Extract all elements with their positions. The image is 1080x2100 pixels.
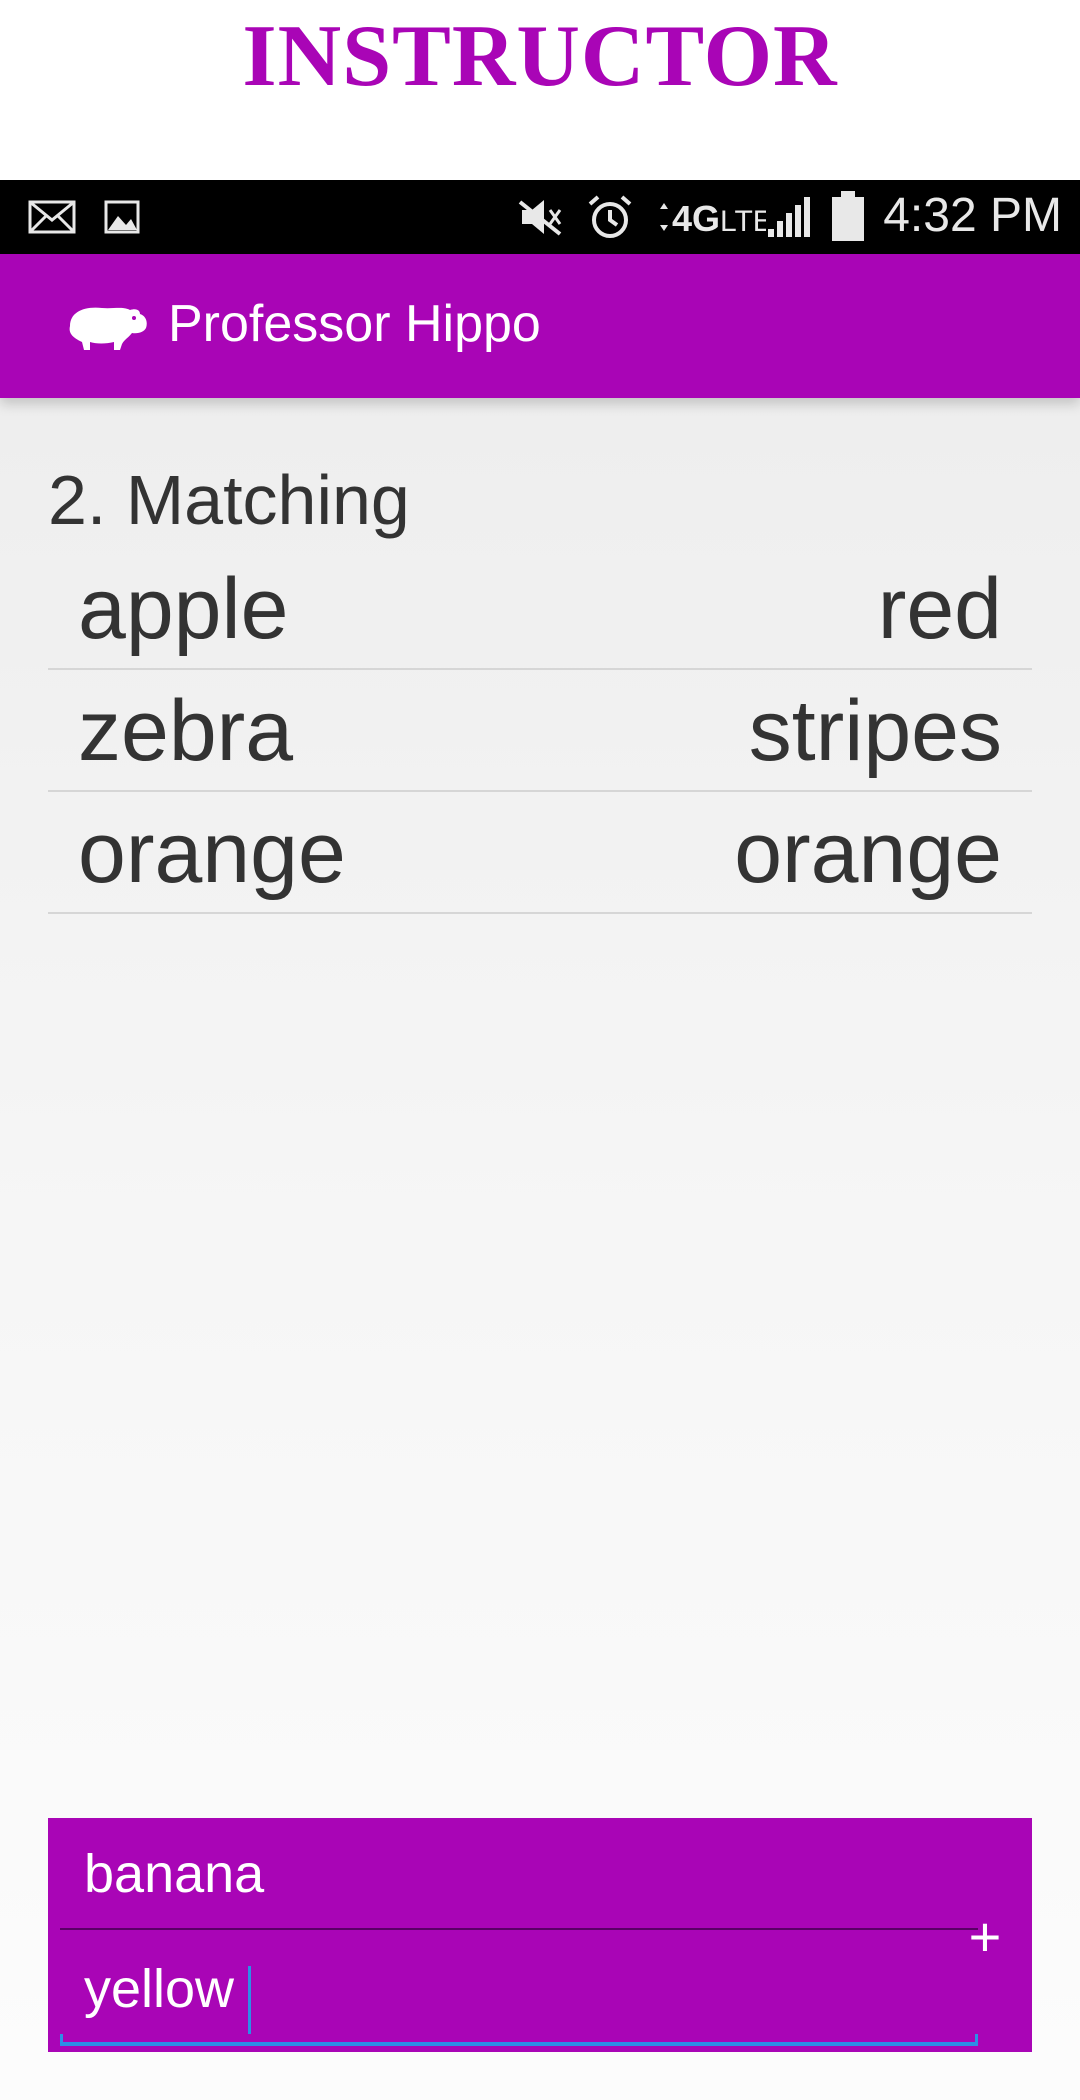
pair-right-term: stripes: [748, 682, 1002, 779]
4g-lte-icon: 4G LTE: [656, 194, 766, 240]
matching-pair-row[interactable]: orange orange: [48, 794, 1032, 914]
pair-right-term: red: [877, 560, 1002, 657]
right-term-input[interactable]: [60, 1936, 978, 2042]
right-term-field-wrapper: [60, 1936, 978, 2046]
matching-pair-row[interactable]: zebra stripes: [48, 672, 1032, 792]
matching-pair-row[interactable]: apple red: [48, 550, 1032, 670]
pair-right-term: orange: [734, 804, 1002, 901]
image-icon: [104, 194, 140, 240]
alarm-icon: [586, 194, 634, 240]
app-bar: Professor Hippo: [0, 254, 1080, 398]
mail-icon: [28, 194, 76, 240]
question-title: 2. Matching: [48, 461, 410, 539]
text-cursor: [248, 1966, 251, 2034]
status-bar: 4G LTE 4:32 PM: [0, 180, 1080, 254]
pair-left-term: apple: [78, 560, 289, 657]
banner-title: INSTRUCTOR: [242, 8, 838, 105]
mute-icon: [516, 194, 566, 240]
pair-left-term: orange: [78, 804, 346, 901]
signal-icon: [766, 194, 814, 240]
svg-text:4G: 4G: [672, 198, 720, 239]
main-content: 2. Matching apple red zebra stripes oran…: [0, 398, 1080, 2100]
left-term-field-wrapper: [60, 1820, 978, 1930]
pair-left-term: zebra: [78, 682, 294, 779]
svg-text:LTE: LTE: [720, 205, 766, 238]
add-pair-button[interactable]: +: [950, 1896, 1020, 1976]
instructor-banner: INSTRUCTOR: [0, 0, 1080, 180]
matching-pair-list: apple red zebra stripes orange orange: [48, 550, 1032, 914]
battery-icon: [830, 191, 866, 241]
add-pair-panel: +: [48, 1818, 1032, 2052]
left-term-input[interactable]: [60, 1820, 978, 1928]
status-time: 4:32 PM: [883, 189, 1062, 242]
hippo-icon[interactable]: [62, 300, 150, 359]
app-title: Professor Hippo: [168, 295, 541, 353]
